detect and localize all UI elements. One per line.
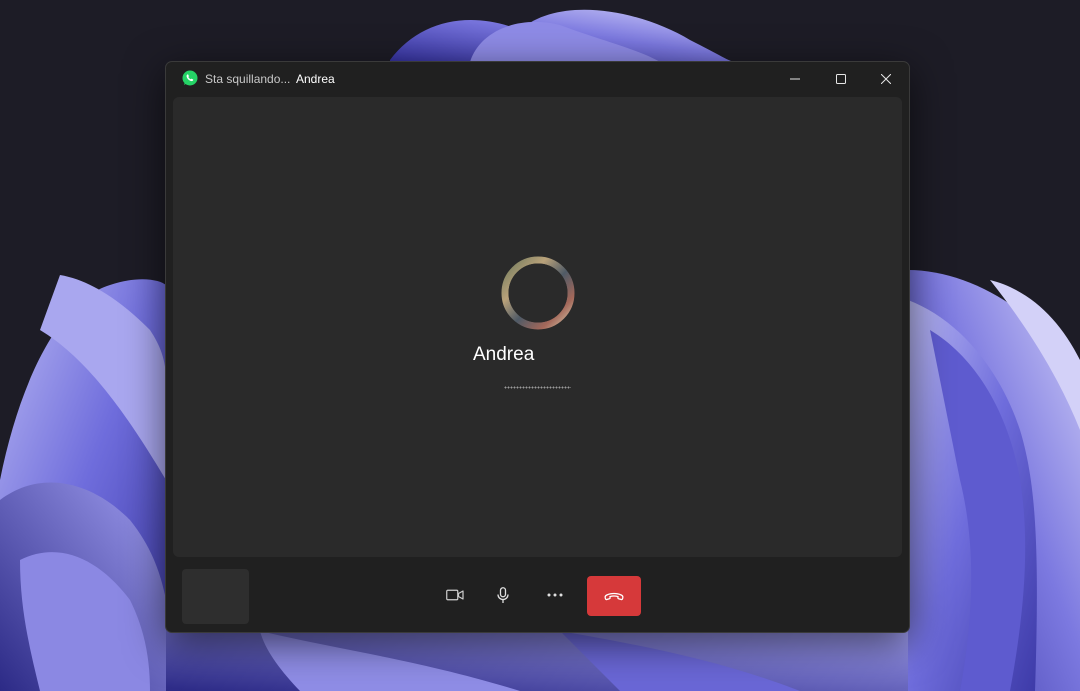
whatsapp-icon xyxy=(182,70,198,86)
maximize-button[interactable] xyxy=(818,62,864,95)
more-options-button[interactable] xyxy=(535,575,575,615)
contact-avatar xyxy=(501,256,575,330)
self-video-preview[interactable] xyxy=(182,569,249,624)
microphone-toggle-button[interactable] xyxy=(483,575,523,615)
title-bar[interactable]: Sta squillando... Andrea xyxy=(166,62,909,95)
minimize-button[interactable] xyxy=(772,62,818,95)
camera-toggle-button[interactable] xyxy=(435,575,475,615)
close-icon xyxy=(881,73,891,84)
close-button[interactable] xyxy=(863,62,909,95)
more-options-icon xyxy=(547,593,563,597)
remote-video-area: Andrea xyxy=(173,97,902,557)
microphone-icon xyxy=(497,586,509,603)
hang-up-phone-icon xyxy=(604,592,624,600)
call-window: Sta squillando... Andrea Andrea xyxy=(165,61,910,633)
end-call-button[interactable] xyxy=(587,576,641,616)
ringing-indicator xyxy=(504,386,571,389)
maximize-icon xyxy=(836,73,846,84)
contact-name: Andrea xyxy=(473,344,535,365)
title-contact-name: Andrea xyxy=(296,72,335,86)
call-status-label: Sta squillando... xyxy=(205,72,291,86)
video-camera-icon xyxy=(446,589,464,601)
minimize-icon xyxy=(790,78,800,79)
